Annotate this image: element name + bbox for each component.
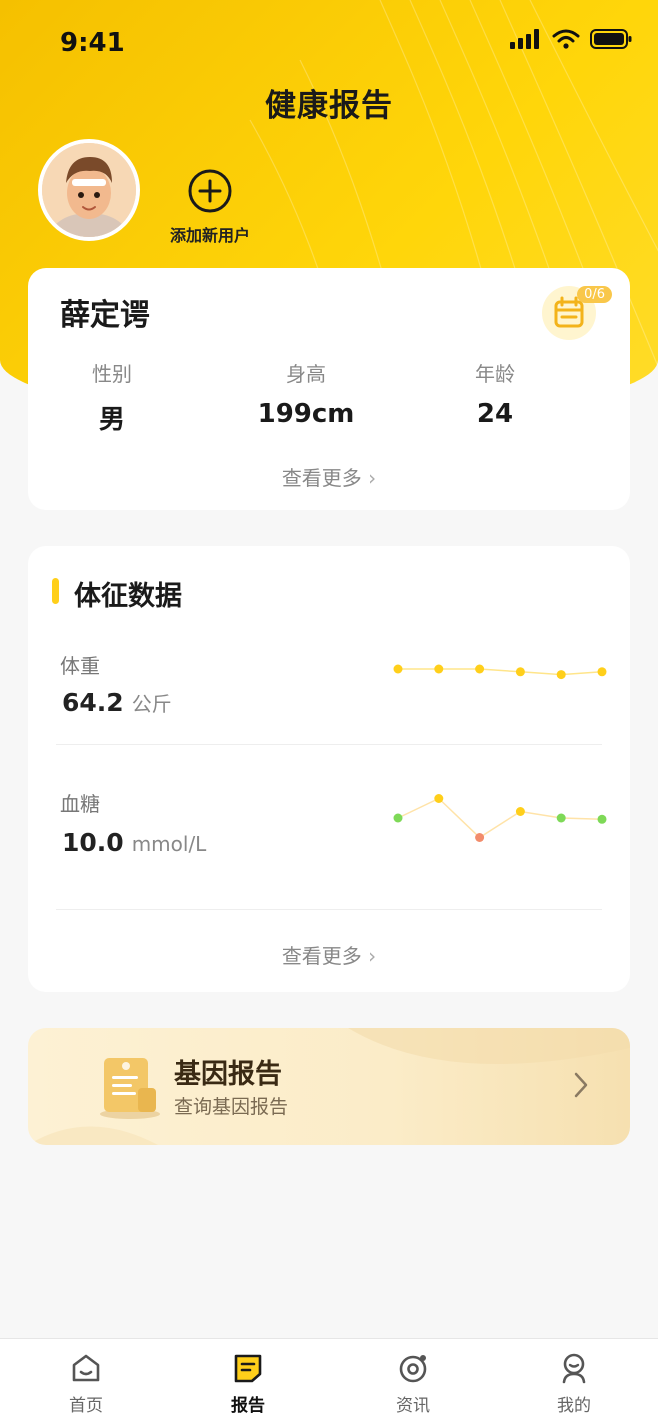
glucose-trend-point (597, 814, 607, 824)
chevron-right-icon: › (368, 944, 377, 968)
glucose-unit: mmol/L (131, 832, 207, 856)
user-avatar[interactable] (38, 139, 140, 241)
glucose-label: 血糖 (60, 792, 100, 816)
home-icon (72, 1354, 100, 1382)
weight-trend-point (597, 667, 607, 677)
stat-label: 身高 (286, 362, 326, 386)
tab-profile[interactable]: 我的 (534, 1351, 614, 1416)
chevron-right-icon: › (368, 466, 377, 490)
wifi-icon (552, 29, 580, 49)
gene-report-title: 基因报告 (174, 1059, 282, 1090)
more-label: 查看更多 (281, 944, 362, 968)
battery-icon (590, 29, 632, 49)
glucose-value: 10.0 (62, 828, 124, 857)
stat-value: 199cm (257, 399, 355, 429)
vitals-more-link[interactable]: 查看更多 › (28, 940, 630, 969)
divider (56, 744, 602, 745)
glucose-trend-sparkline[interactable] (388, 782, 612, 854)
weight-value-row: 64.2 公斤 (62, 688, 172, 717)
tab-label: 资讯 (396, 1396, 430, 1416)
user-more-link[interactable]: 查看更多 › (28, 462, 630, 491)
weight-trend-point (556, 670, 566, 680)
tab-label: 首页 (69, 1396, 103, 1416)
tab-label: 报告 (231, 1396, 265, 1416)
stat-height: 身高 199cm (231, 358, 381, 429)
weight-trend-point (515, 667, 525, 677)
bottom-tab-bar: 首页 报告 资讯 我的 (0, 1338, 658, 1425)
document-icon (100, 1058, 160, 1119)
weight-trend-point (475, 664, 485, 674)
tab-news[interactable]: 资讯 (373, 1351, 453, 1416)
user-name: 薛定谔 (60, 298, 150, 333)
weight-value: 64.2 (62, 688, 124, 717)
add-circle-icon (188, 169, 232, 213)
report-icon (234, 1354, 262, 1383)
tab-label: 我的 (557, 1396, 591, 1416)
avatar-illustration (42, 143, 136, 237)
stat-label: 年龄 (475, 362, 515, 386)
divider (56, 909, 602, 910)
more-label: 查看更多 (281, 466, 362, 490)
weight-trend-line (398, 668, 603, 676)
signal-icon (510, 29, 539, 49)
gene-report-card[interactable]: 基因报告 查询基因报告 (28, 1028, 630, 1145)
glucose-trend-point (434, 794, 444, 803)
add-user-button[interactable]: 添加新用户 (160, 168, 260, 246)
weight-trend-point (393, 664, 403, 674)
weight-unit: 公斤 (131, 692, 172, 716)
weight-label: 体重 (60, 654, 100, 678)
weight-trend-point (434, 664, 444, 674)
calendar-count-badge: 0/6 (577, 286, 612, 303)
stat-value: 24 (476, 399, 514, 429)
stat-label: 性别 (92, 362, 132, 386)
status-icons (510, 28, 632, 50)
weight-trend-sparkline[interactable] (388, 652, 612, 700)
chevron-right-icon (574, 1072, 588, 1098)
stat-age: 年龄 24 (420, 358, 570, 429)
glucose-value-row: 10.0 mmol/L (62, 828, 206, 857)
tab-home[interactable]: 首页 (46, 1351, 126, 1416)
profile-icon (562, 1353, 586, 1384)
tab-report[interactable]: 报告 (208, 1351, 288, 1416)
glucose-trend-point (556, 813, 566, 823)
add-user-label: 添加新用户 (169, 226, 250, 245)
glucose-trend-point (515, 807, 525, 816)
glucose-trend-point (475, 833, 485, 842)
page-title: 健康报告 (265, 88, 393, 124)
section-accent-bar (52, 578, 59, 604)
stat-value: 男 (98, 405, 125, 435)
glucose-trend-line (397, 797, 603, 839)
vitals-title: 体征数据 (74, 581, 182, 612)
gene-report-subtitle: 查询基因报告 (174, 1096, 289, 1118)
news-icon (399, 1355, 427, 1383)
status-time: 9:41 (60, 28, 125, 58)
user-info-card: 薛定谔 0/6 性别 男 身高 199cm 年龄 24 查看更多 › (28, 268, 630, 510)
status-bar: 9:41 (0, 0, 658, 84)
vitals-card: 体征数据 体重 64.2 公斤 血糖 10.0 mmol/L 查看更多 › (28, 546, 630, 992)
glucose-trend-point (393, 813, 403, 823)
stat-gender: 性别 男 (37, 358, 187, 436)
